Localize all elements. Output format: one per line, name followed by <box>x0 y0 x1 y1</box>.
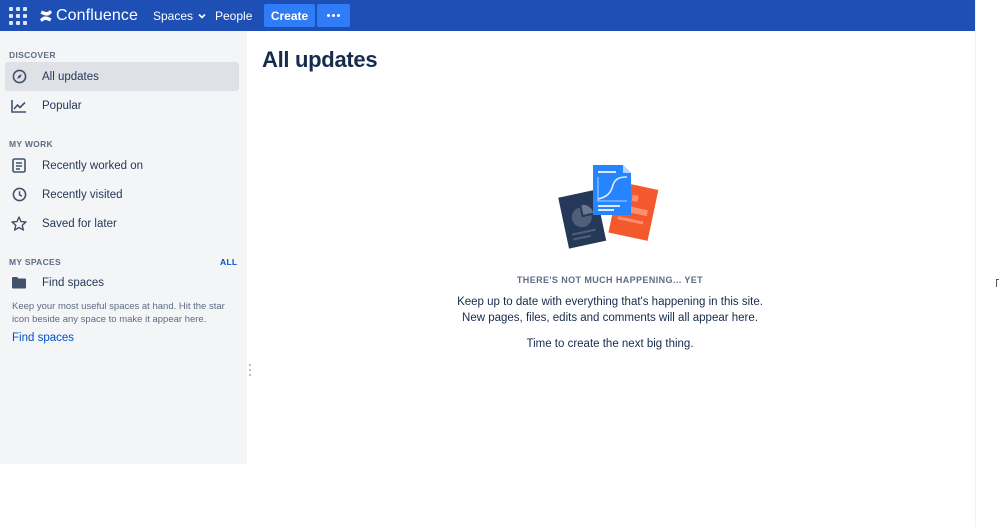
sidebar: DISCOVER All updates Popular MY WORK Rec… <box>0 31 247 464</box>
all-spaces-link[interactable]: ALL <box>220 257 237 267</box>
sidebar-item-label: Find spaces <box>42 276 105 289</box>
sidebar-item-recently-visited[interactable]: Recently visited <box>5 180 239 209</box>
app-switcher-icon[interactable] <box>9 7 27 25</box>
empty-state-line-2: New pages, files, edits and comments wil… <box>462 312 758 324</box>
sidebar-item-all-updates[interactable]: All updates <box>5 62 239 91</box>
page-title: All updates <box>262 47 378 72</box>
sidebar-item-recently-worked-on[interactable]: Recently worked on <box>5 151 239 180</box>
spaces-menu-label: Spaces <box>153 9 194 23</box>
blue-document-illustration <box>593 165 631 215</box>
top-navigation-bar: Confluence Spaces People Create <box>0 0 975 31</box>
folder-icon <box>11 275 27 291</box>
discover-heading: DISCOVER <box>9 50 56 60</box>
sidebar-item-find-spaces[interactable]: Find spaces <box>5 268 239 297</box>
right-panel-edge <box>975 0 999 527</box>
empty-state-heading: THERE'S NOT MUCH HAPPENING... YET <box>516 275 704 285</box>
sidebar-item-label: Recently worked on <box>42 159 143 172</box>
sidebar-item-popular[interactable]: Popular <box>5 91 239 120</box>
spaces-menu[interactable]: Spaces <box>153 9 206 23</box>
empty-state-line-3: Time to create the next big thing. <box>526 338 694 350</box>
confluence-logo[interactable]: Confluence <box>39 6 138 26</box>
my-spaces-hint: Keep your most useful spaces at hand. Hi… <box>12 301 225 325</box>
sidebar-item-label: Recently visited <box>42 188 123 201</box>
people-link[interactable]: People <box>215 9 252 23</box>
empty-state-line-1: Keep up to date with everything that's h… <box>457 296 763 308</box>
sidebar-item-label: Saved for later <box>42 217 117 230</box>
sidebar-item-label: All updates <box>42 70 99 83</box>
trending-chart-icon <box>11 98 27 114</box>
sidebar-item-saved-for-later[interactable]: Saved for later <box>5 209 239 238</box>
my-work-heading: MY WORK <box>9 139 53 149</box>
clock-icon <box>11 187 27 203</box>
chevron-down-icon <box>198 13 206 19</box>
find-spaces-link[interactable]: Find spaces <box>12 332 74 344</box>
my-spaces-heading: MY SPACES <box>9 257 61 267</box>
document-list-icon <box>11 158 27 174</box>
compass-icon <box>11 69 27 85</box>
product-name: Confluence <box>56 7 138 24</box>
sidebar-resize-handle[interactable] <box>249 364 252 376</box>
create-button[interactable]: Create <box>264 4 315 27</box>
empty-state-illustration <box>558 165 659 249</box>
confluence-logo-icon <box>40 10 52 22</box>
sidebar-item-label: Popular <box>42 99 82 112</box>
star-icon <box>11 216 27 232</box>
more-horizontal-icon[interactable] <box>317 4 350 27</box>
